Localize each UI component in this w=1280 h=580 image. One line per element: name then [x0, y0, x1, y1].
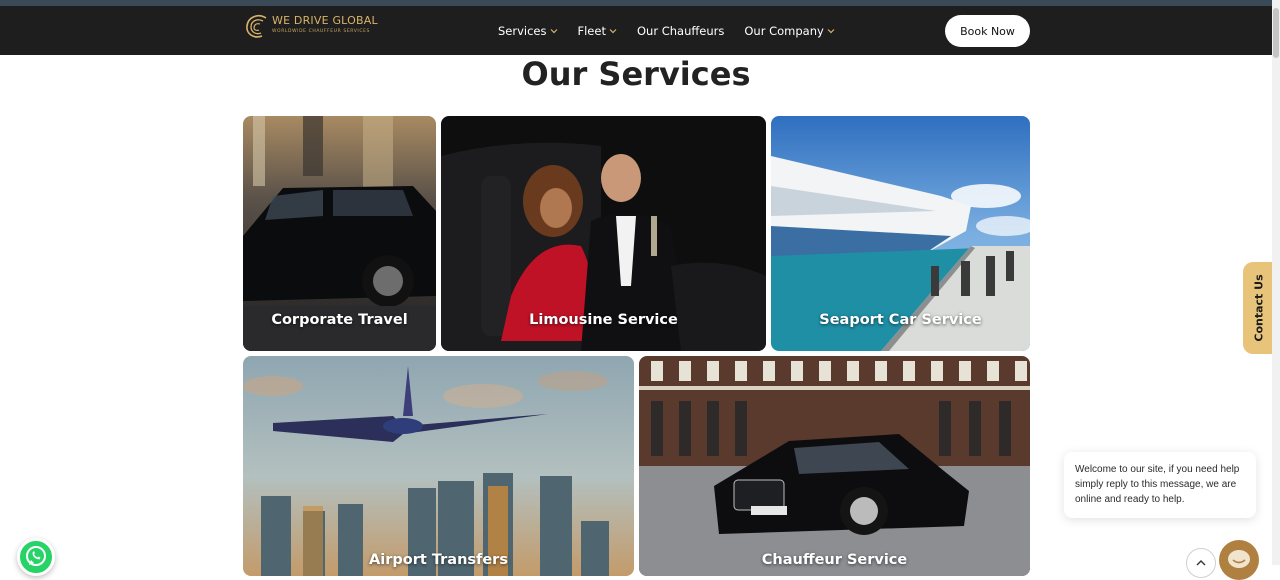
whatsapp-button[interactable] — [17, 538, 55, 576]
nav-label: Services — [498, 23, 547, 38]
brand-name: WE DRIVE GLOBAL — [272, 14, 378, 27]
chevron-up-icon — [1196, 560, 1206, 566]
chat-launcher-button[interactable] — [1219, 540, 1259, 580]
brand-logo[interactable]: WE DRIVE GLOBAL WORLDWIDE CHAUFFEUR SERV… — [244, 12, 378, 40]
service-card-label: Corporate Travel — [271, 312, 408, 328]
chauffeur-service-image — [639, 356, 1030, 576]
chat-welcome-message: Welcome to our site, if you need help si… — [1064, 452, 1256, 518]
whatsapp-icon — [26, 546, 46, 566]
scrollbar-thumb[interactable] — [1273, 8, 1279, 58]
chevron-down-icon — [609, 28, 617, 33]
logo-icon — [246, 15, 267, 38]
nav-item-our-company[interactable]: Our Company — [744, 23, 835, 38]
nav-item-our-chauffeurs[interactable]: Our Chauffeurs — [637, 24, 724, 38]
service-card-limousine-service[interactable]: Limousine Service — [441, 116, 766, 351]
service-card-label: Chauffeur Service — [761, 552, 908, 568]
nav-item-fleet[interactable]: Fleet — [578, 24, 617, 38]
nav-item-services[interactable]: Services — [498, 24, 558, 38]
contact-us-label: Contact Us — [1252, 274, 1266, 342]
service-card-seaport-car-service[interactable]: Seaport Car Service — [771, 116, 1030, 351]
main-nav: Services Fleet Our Chauffeurs Our Compan… — [498, 6, 835, 55]
section-title: Our Services — [521, 55, 751, 93]
chevron-down-icon — [827, 28, 835, 33]
service-card-label: Airport Transfers — [369, 552, 508, 568]
chat-icon — [1228, 550, 1250, 568]
service-card-corporate-travel[interactable]: Corporate Travel — [243, 116, 436, 351]
contact-us-tab[interactable]: Contact Us — [1243, 262, 1275, 354]
service-card-chauffeur-service[interactable]: Chauffeur Service — [639, 356, 1030, 576]
nav-label: Our Chauffeurs — [636, 23, 725, 38]
chevron-down-icon — [550, 28, 557, 33]
service-card-label: Seaport Car Service — [819, 312, 982, 328]
nav-label: Our Company — [744, 23, 824, 38]
service-card-label: Limousine Service — [529, 312, 678, 328]
nav-label: Fleet — [577, 23, 606, 38]
brand-tagline: WORLDWIDE CHAUFFEUR SERVICES — [272, 29, 371, 34]
airport-transfers-image — [243, 356, 634, 576]
book-now-button[interactable]: Book Now — [945, 15, 1030, 47]
page-scrollbar[interactable] — [1272, 0, 1280, 565]
service-card-airport-transfers[interactable]: Airport Transfers — [243, 356, 634, 576]
scroll-top-button[interactable] — [1186, 548, 1216, 578]
